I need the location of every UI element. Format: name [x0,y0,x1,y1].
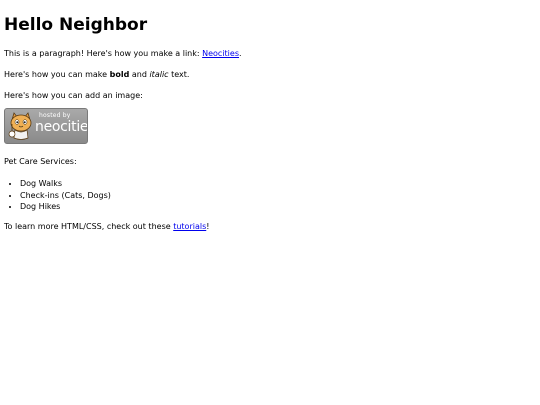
paragraph-image: Here's how you can add an image: [4,91,143,100]
bold-text: bold [109,70,130,79]
paragraph-bold-end: text. [168,70,190,79]
paragraph-link: This is a paragraph! Here's how you make… [4,49,536,59]
paragraph-tutorials-text: To learn more HTML/CSS, check out these [4,221,174,231]
paragraph-tutorials-end: ! [206,221,210,231]
tutorials-link[interactable]: tutorials [173,222,206,231]
services-title: Pet Care Services: [4,157,77,166]
paragraph-and-text: and [129,70,150,79]
badge-neocities-text: neocities [35,119,88,135]
list-item: Check-ins (Cats, Dogs) [20,190,536,202]
hosted-by-neocities-badge[interactable]: hosted by neocities [4,108,88,144]
paragraph-bold-italic: Here's how you can make bold and italic … [4,70,536,80]
paragraph-link-end: . [239,49,242,58]
paragraph-tutorials: To learn more HTML/CSS, check out these … [4,222,536,232]
list-item: Dog Hikes [20,201,536,213]
list-item: Dog Walks [20,178,536,190]
italic-text: italic [149,70,169,79]
page-title: Hello Neighbor [4,15,148,35]
paragraph-bold-text: Here's how you can make [4,70,110,79]
neocities-link[interactable]: Neocities [202,49,239,58]
badge-container: hosted by neocities [4,108,536,147]
page: Hello Neighbor This is a paragraph! Here… [0,0,540,232]
paragraph-link-text: This is a paragraph! Here's how you make… [4,49,203,58]
services-list: Dog Walks Check-ins (Cats, Dogs) Dog Hik… [4,178,536,213]
neocities-cat-icon [8,112,32,140]
